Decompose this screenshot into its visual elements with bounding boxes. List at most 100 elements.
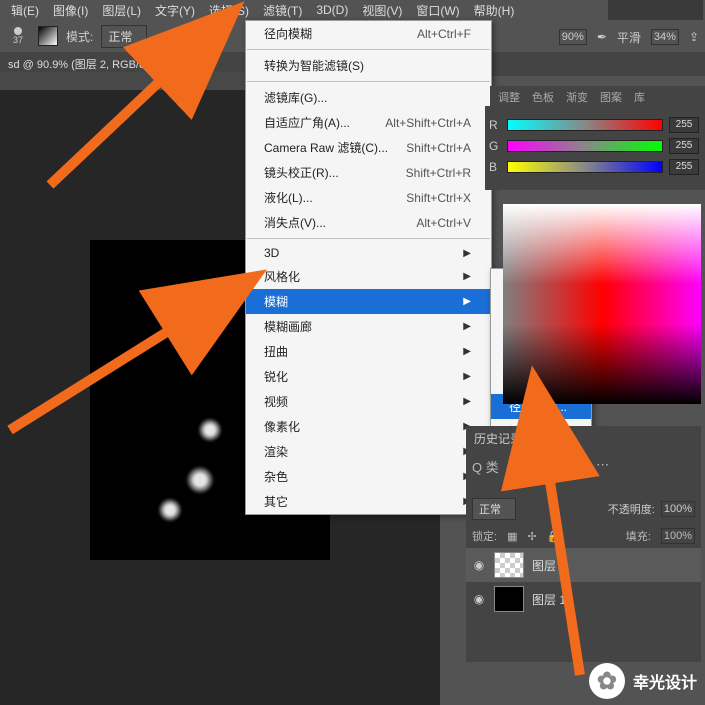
g-label: G — [489, 139, 501, 153]
layer-row-2[interactable]: ◉ 图层 2 — [466, 548, 701, 582]
tab-libraries[interactable]: 库 — [634, 89, 645, 105]
menu-item-shortcut: Shift+Ctrl+R — [406, 166, 471, 180]
menu-item-label: 转换为智能滤镜(S) — [264, 57, 364, 74]
zoom-percent[interactable]: 90% — [559, 29, 587, 45]
menu-filter[interactable]: 滤镜(T) — [256, 0, 309, 21]
filter-sub-noise[interactable]: 杂色▶ — [246, 464, 491, 489]
layer-name: 图层 1 — [532, 591, 566, 608]
menu-window[interactable]: 窗口(W) — [409, 0, 466, 21]
layer-name: 图层 2 — [532, 557, 566, 574]
brush-dot-icon — [14, 27, 22, 35]
blend-mode-select[interactable]: 正常 — [101, 25, 147, 48]
menu-item-label: 像素化 — [264, 418, 300, 435]
filter-sub-blur[interactable]: 模糊▶ — [246, 289, 491, 314]
menu-item-label: 其它 — [264, 493, 288, 510]
filter-vanishing-point[interactable]: 消失点(V)... Alt+Ctrl+V — [246, 210, 491, 235]
tab-adjust[interactable]: 调整 — [498, 89, 520, 105]
filter-sub-stylize[interactable]: 风格化▶ — [246, 264, 491, 289]
r-value[interactable]: 255 — [669, 117, 699, 133]
gradient-icon[interactable] — [38, 26, 58, 46]
menu-layer[interactable]: 图层(L) — [95, 0, 148, 21]
visibility-icon[interactable]: ◉ — [472, 592, 486, 606]
menu-image[interactable]: 图像(I) — [46, 0, 95, 21]
filter-sub-sharpen[interactable]: 锐化 ▶ — [246, 364, 491, 389]
menu-edit[interactable]: 辑(E) — [4, 0, 46, 21]
mode-label: 模式: — [66, 28, 93, 45]
filter-liquify[interactable]: 液化(L)... Shift+Ctrl+X — [246, 185, 491, 210]
g-slider[interactable] — [507, 140, 663, 152]
menu-item-shortcut: Shift+Ctrl+A — [406, 141, 471, 155]
fill-value[interactable]: 100% — [661, 528, 695, 544]
text-tool-icon[interactable]: T — [552, 457, 560, 476]
filter-convert-smart[interactable]: 转换为智能滤镜(S) — [246, 53, 491, 78]
b-label: B — [489, 160, 501, 174]
menu-select[interactable]: 选择(S) — [202, 0, 256, 21]
watermark: ✿ 幸光设计 — [589, 663, 697, 699]
crop-tool-icon[interactable]: ◩ — [530, 457, 542, 476]
wechat-icon: ✿ — [589, 663, 625, 699]
g-value[interactable]: 255 — [669, 138, 699, 154]
menu-item-shortcut: Shift+Ctrl+X — [406, 191, 471, 205]
filter-camera-raw[interactable]: Camera Raw 滤镜(C)... Shift+Ctrl+A — [246, 135, 491, 160]
color-picker[interactable] — [503, 204, 701, 404]
tab-gradients[interactable]: 渐变 — [566, 89, 588, 105]
filter-last[interactable]: 径向模糊 Alt+Ctrl+F — [246, 21, 491, 46]
share-icon[interactable]: ⇪ — [689, 30, 699, 44]
layer-blend-mode[interactable]: 正常 — [472, 498, 516, 520]
window-control-placeholder — [608, 0, 703, 20]
menu-item-label: Camera Raw 滤镜(C)... — [264, 139, 388, 156]
menu-item-label: 滤镜库(G)... — [264, 89, 327, 106]
layer-row-1[interactable]: ◉ 图层 1 — [466, 582, 701, 616]
filter-sub-other[interactable]: 其它▶ — [246, 489, 491, 514]
filter-sub-distort[interactable]: 扭曲▶ — [246, 339, 491, 364]
opacity-value[interactable]: 100% — [661, 501, 695, 517]
brush-size: 37 — [13, 35, 23, 45]
submenu-arrow-icon: ▶ — [463, 346, 471, 357]
r-slider[interactable] — [507, 119, 663, 131]
menu-item-label: 锐化 — [264, 368, 288, 385]
submenu-arrow-icon: ▶ — [463, 296, 471, 307]
layers-panel: 正常 不透明度: 100% 锁定: ▦ ✢ 🔒 填充: 100% ◉ 图层 2 … — [466, 494, 701, 662]
menu-view[interactable]: 视图(V) — [355, 0, 409, 21]
tab-swatches[interactable]: 色板 — [532, 89, 554, 105]
menu-3d[interactable]: 3D(D) — [309, 1, 355, 19]
filter-gallery[interactable]: 滤镜库(G)... — [246, 85, 491, 110]
menu-help[interactable]: 帮助(H) — [467, 0, 522, 21]
filter-sub-video[interactable]: 视频▶ — [246, 389, 491, 414]
hand-tool-icon[interactable]: ✋ — [570, 457, 586, 476]
submenu-arrow-icon: ▶ — [463, 371, 471, 382]
layer-thumb — [494, 552, 524, 578]
menu-type[interactable]: 文字(Y) — [148, 0, 202, 21]
menu-item-shortcut: Alt+Ctrl+F — [417, 27, 471, 41]
airbrush-icon[interactable]: ✒ — [597, 30, 607, 44]
menu-item-label: 模糊画廊 — [264, 318, 312, 335]
history-title: 历史记录 — [466, 426, 701, 451]
brush-preset[interactable]: 37 — [6, 24, 30, 48]
menu-item-label: 镜头校正(R)... — [264, 164, 339, 181]
layer-thumb — [494, 586, 524, 612]
filter-sub-render[interactable]: 渲染▶ — [246, 439, 491, 464]
opacity-label: 不透明度: — [608, 501, 655, 517]
r-label: R — [489, 118, 501, 132]
filter-sub-pixelate[interactable]: 像素化▶ — [246, 414, 491, 439]
b-value[interactable]: 255 — [669, 159, 699, 175]
filter-sub-blur-gallery[interactable]: 模糊画廊▶ — [246, 314, 491, 339]
visibility-icon[interactable]: ◉ — [472, 558, 486, 572]
smoothing-value[interactable]: 34% — [651, 29, 679, 45]
lock-pixels-icon[interactable]: ▦ — [507, 530, 517, 543]
tab-patterns[interactable]: 图案 — [600, 89, 622, 105]
search-prefix[interactable]: Q 类 — [472, 457, 499, 476]
lock-position-icon[interactable]: ✢ — [527, 530, 536, 543]
b-slider[interactable] — [507, 161, 663, 173]
filter-sub-3d[interactable]: 3D▶ — [246, 242, 491, 264]
submenu-arrow-icon: ▶ — [463, 271, 471, 282]
options-bar-right: 90% ✒ 平滑 34% ⇪ — [559, 22, 699, 52]
lock-all-icon[interactable]: 🔒 — [547, 530, 561, 543]
menu-item-shortcut: Alt+Shift+Ctrl+A — [385, 116, 471, 130]
filter-lens-correction[interactable]: 镜头校正(R)... Shift+Ctrl+R — [246, 160, 491, 185]
menu-item-label: 杂色 — [264, 468, 288, 485]
fill-label: 填充: — [626, 528, 651, 544]
more-icon[interactable]: ⋯ — [596, 457, 609, 476]
filter-adaptive-wide[interactable]: 自适应广角(A)... Alt+Shift+Ctrl+A — [246, 110, 491, 135]
move-tool-icon[interactable]: ✥ — [509, 457, 520, 476]
